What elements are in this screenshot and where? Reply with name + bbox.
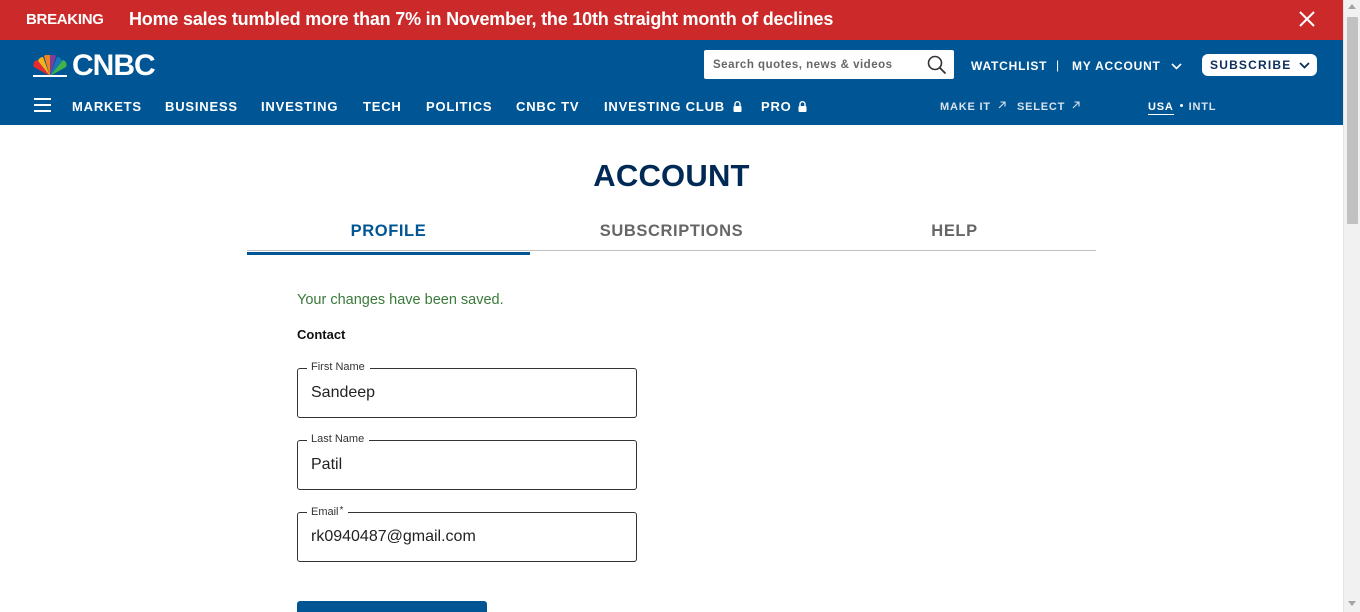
chevron-down-icon	[1171, 63, 1182, 70]
nav-select-label: SELECT	[1017, 101, 1066, 113]
region-switcher: USA INTL	[1148, 101, 1217, 115]
email-input[interactable]	[311, 526, 621, 548]
nav-pro-label: PRO	[761, 99, 792, 114]
page: BREAKING Home sales tumbled more than 7%…	[0, 0, 1343, 612]
search-box[interactable]	[704, 50, 954, 79]
lock-icon	[798, 101, 807, 112]
contact-heading: Contact	[297, 327, 346, 342]
scroll-up-arrow-icon[interactable]	[1348, 4, 1356, 9]
nav-pro[interactable]: PRO	[761, 99, 807, 114]
nav-cnbc-tv[interactable]: CNBC TV	[516, 99, 579, 114]
search-input[interactable]	[704, 50, 916, 79]
breaking-label: BREAKING	[26, 11, 104, 28]
nav-make-it[interactable]: MAKE IT	[940, 101, 1006, 113]
nav-tech[interactable]: TECH	[363, 99, 402, 114]
tab-subscriptions[interactable]: SUBSCRIPTIONS	[530, 222, 813, 251]
region-intl[interactable]: INTL	[1189, 101, 1217, 113]
required-mark: *	[339, 505, 344, 516]
tab-help[interactable]: HELP	[813, 222, 1096, 251]
nav-markets[interactable]: MARKETS	[72, 99, 142, 114]
external-link-icon	[1072, 101, 1080, 109]
email-label: Email	[311, 506, 339, 518]
subscribe-button[interactable]: SUBSCRIBE	[1202, 54, 1317, 76]
breaking-headline[interactable]: Home sales tumbled more than 7% in Novem…	[129, 9, 833, 30]
nav-politics[interactable]: POLITICS	[426, 99, 492, 114]
nav-investing-club-label: INVESTING CLUB	[604, 99, 725, 114]
tab-profile[interactable]: PROFILE	[247, 222, 530, 255]
peacock-logo-icon	[33, 55, 67, 77]
last-name-label: Last Name	[307, 433, 370, 445]
lock-icon	[733, 101, 742, 112]
search-icon[interactable]	[927, 55, 947, 75]
save-button[interactable]	[297, 601, 487, 612]
close-icon[interactable]	[1296, 8, 1318, 30]
my-account-label: MY ACCOUNT	[1072, 59, 1161, 73]
first-name-field[interactable]: First Name	[297, 361, 637, 418]
nav-make-it-label: MAKE IT	[940, 101, 991, 113]
watchlist-link[interactable]: WATCHLIST	[971, 59, 1047, 73]
header-separator: |	[1056, 58, 1060, 72]
logo-text: CNBC	[72, 49, 156, 82]
region-dot	[1179, 104, 1183, 107]
nav-investing[interactable]: INVESTING	[261, 99, 338, 114]
subscribe-label: SUBSCRIBE	[1210, 58, 1292, 72]
my-account-menu[interactable]: MY ACCOUNT	[1072, 59, 1182, 73]
breaking-news-banner[interactable]: BREAKING Home sales tumbled more than 7%…	[0, 0, 1343, 40]
cnbc-logo[interactable]: CNBC	[32, 49, 192, 82]
nav-investing-club[interactable]: INVESTING CLUB	[604, 99, 742, 114]
scroll-down-arrow-icon[interactable]	[1348, 601, 1356, 606]
page-title: ACCOUNT	[593, 158, 750, 193]
first-name-input[interactable]	[311, 382, 621, 404]
scrollbar[interactable]	[1343, 0, 1360, 612]
last-name-input[interactable]	[311, 454, 621, 476]
nav-business[interactable]: BUSINESS	[165, 99, 238, 114]
nav-select[interactable]: SELECT	[1017, 101, 1080, 113]
first-name-label: First Name	[307, 361, 370, 373]
saved-confirmation: Your changes have been saved.	[297, 292, 504, 308]
chevron-down-icon	[1299, 61, 1311, 69]
last-name-field[interactable]: Last Name	[297, 433, 637, 490]
account-tabs: PROFILE SUBSCRIPTIONS HELP	[247, 218, 1096, 255]
hamburger-icon[interactable]	[34, 98, 51, 113]
email-label-wrap: Email*	[307, 505, 349, 518]
email-field[interactable]: Email*	[297, 505, 637, 562]
scrollbar-thumb[interactable]	[1347, 17, 1358, 224]
external-link-icon	[998, 101, 1006, 109]
region-usa[interactable]: USA	[1148, 101, 1174, 115]
